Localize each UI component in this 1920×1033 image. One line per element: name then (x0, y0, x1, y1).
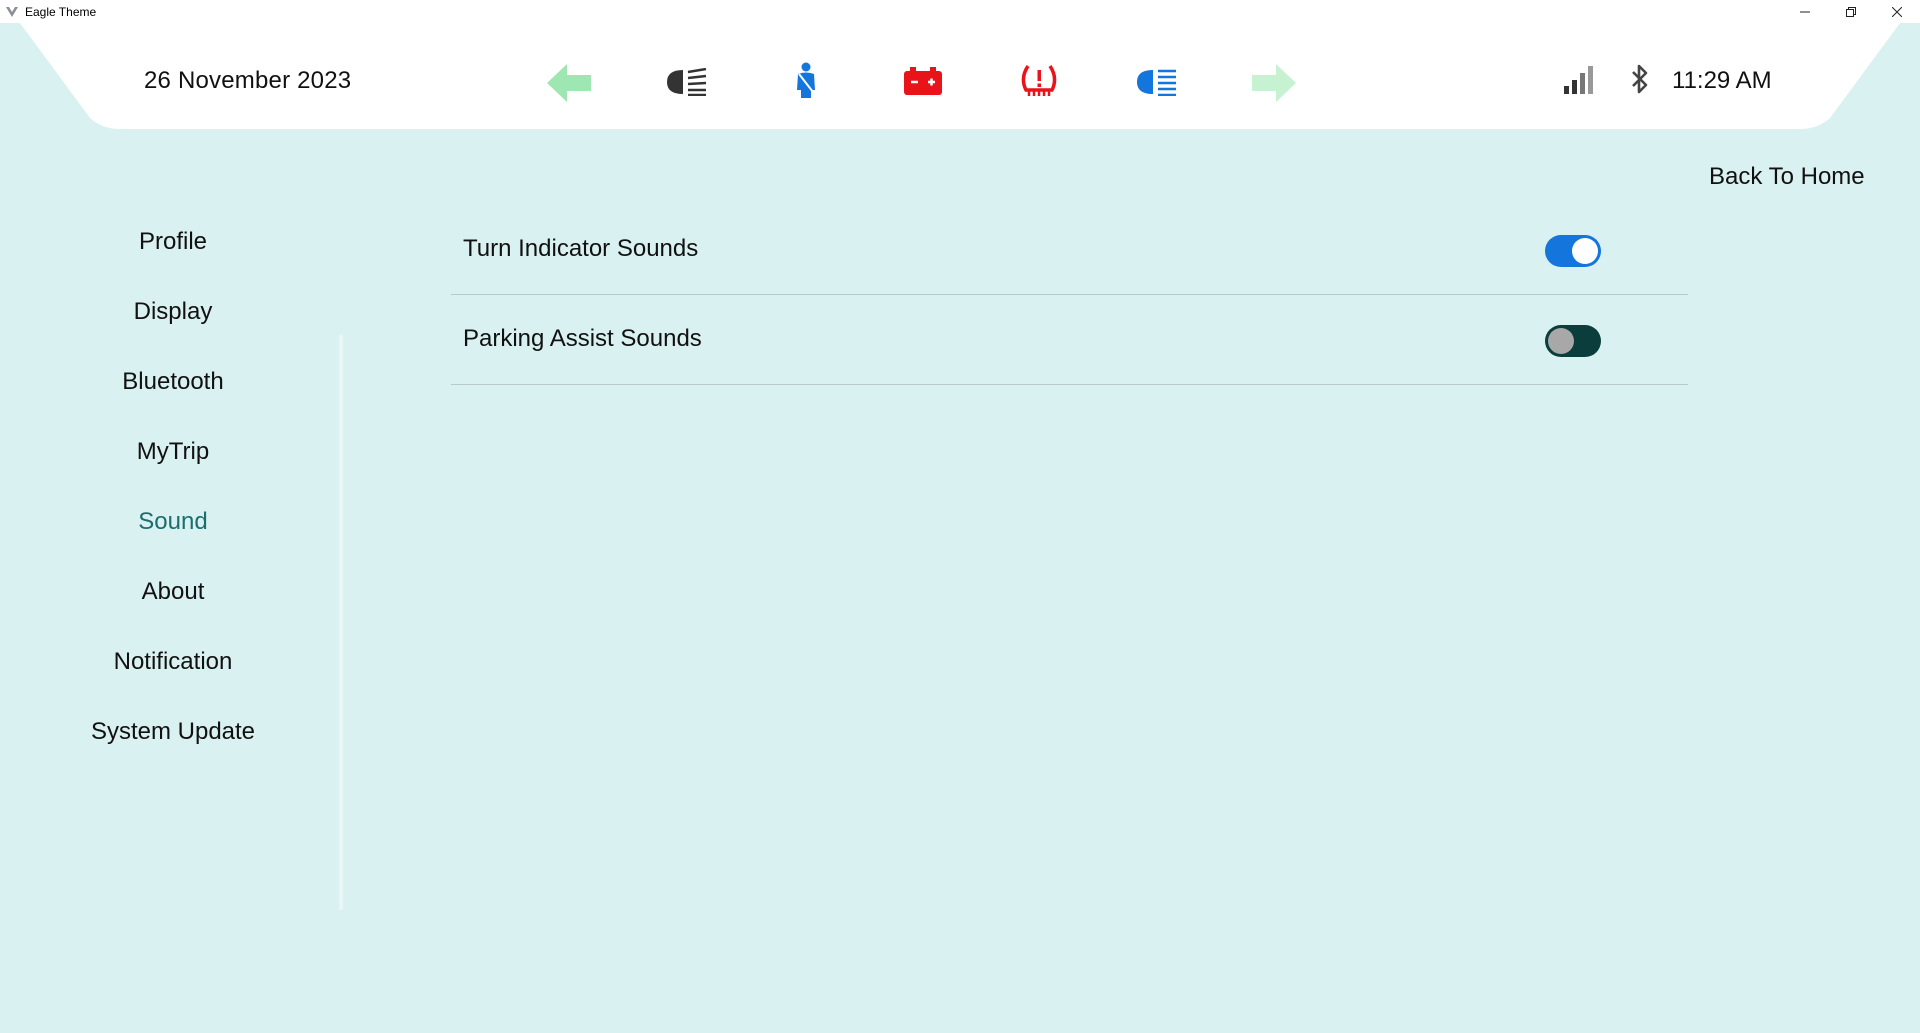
toggle-knob (1548, 328, 1574, 354)
sidebar-item-about[interactable]: About (60, 565, 286, 635)
low-beam-headlight-icon (665, 67, 709, 97)
sound-settings-list: Turn Indicator Sounds Parking Assist Sou… (451, 205, 1688, 385)
turn-indicator-sounds-toggle[interactable] (1545, 235, 1601, 267)
signal-strength-icon (1564, 65, 1594, 95)
sidebar-item-notification[interactable]: Notification (60, 635, 286, 705)
turn-indicator-sounds-label: Turn Indicator Sounds (463, 235, 699, 262)
parking-assist-sounds-toggle[interactable] (1545, 325, 1601, 357)
battery-warning-icon (903, 65, 943, 97)
sidebar-item-display[interactable]: Display (60, 285, 286, 355)
settings-sidebar: Profile Display Bluetooth MyTrip Sound A… (60, 215, 286, 775)
sidebar-item-mytrip[interactable]: MyTrip (60, 425, 286, 495)
status-header: 26 November 2023 11:29 AM (0, 23, 1920, 129)
back-to-home-button[interactable]: Back To Home (1709, 163, 1865, 191)
seatbelt-warning-icon (791, 61, 821, 101)
bluetooth-icon[interactable] (1628, 63, 1652, 95)
current-time: 11:29 AM (1672, 67, 1772, 94)
parking-assist-sounds-label: Parking Assist Sounds (463, 325, 702, 352)
current-date: 26 November 2023 (144, 67, 352, 94)
right-turn-indicator-icon (1252, 61, 1296, 105)
setting-row-turn-indicator-sounds: Turn Indicator Sounds (451, 205, 1688, 295)
window-title-bar: Eagle Theme (0, 0, 1920, 23)
close-button[interactable] (1874, 0, 1920, 23)
sidebar-item-sound[interactable]: Sound (60, 495, 286, 565)
toggle-knob (1572, 238, 1598, 264)
setting-row-parking-assist-sounds: Parking Assist Sounds (451, 295, 1688, 385)
eagle-app-icon (4, 4, 20, 20)
sidebar-divider (338, 335, 344, 910)
tire-pressure-warning-icon (1019, 63, 1059, 99)
high-beam-headlight-icon (1135, 67, 1179, 97)
sidebar-item-system-update[interactable]: System Update (60, 705, 286, 775)
window-title: Eagle Theme (25, 4, 97, 19)
sidebar-item-bluetooth[interactable]: Bluetooth (60, 355, 286, 425)
minimize-button[interactable] (1782, 0, 1828, 23)
restore-button[interactable] (1828, 0, 1874, 23)
window-controls (1782, 0, 1920, 23)
sidebar-item-profile[interactable]: Profile (60, 215, 286, 285)
left-turn-indicator-icon (547, 61, 591, 105)
